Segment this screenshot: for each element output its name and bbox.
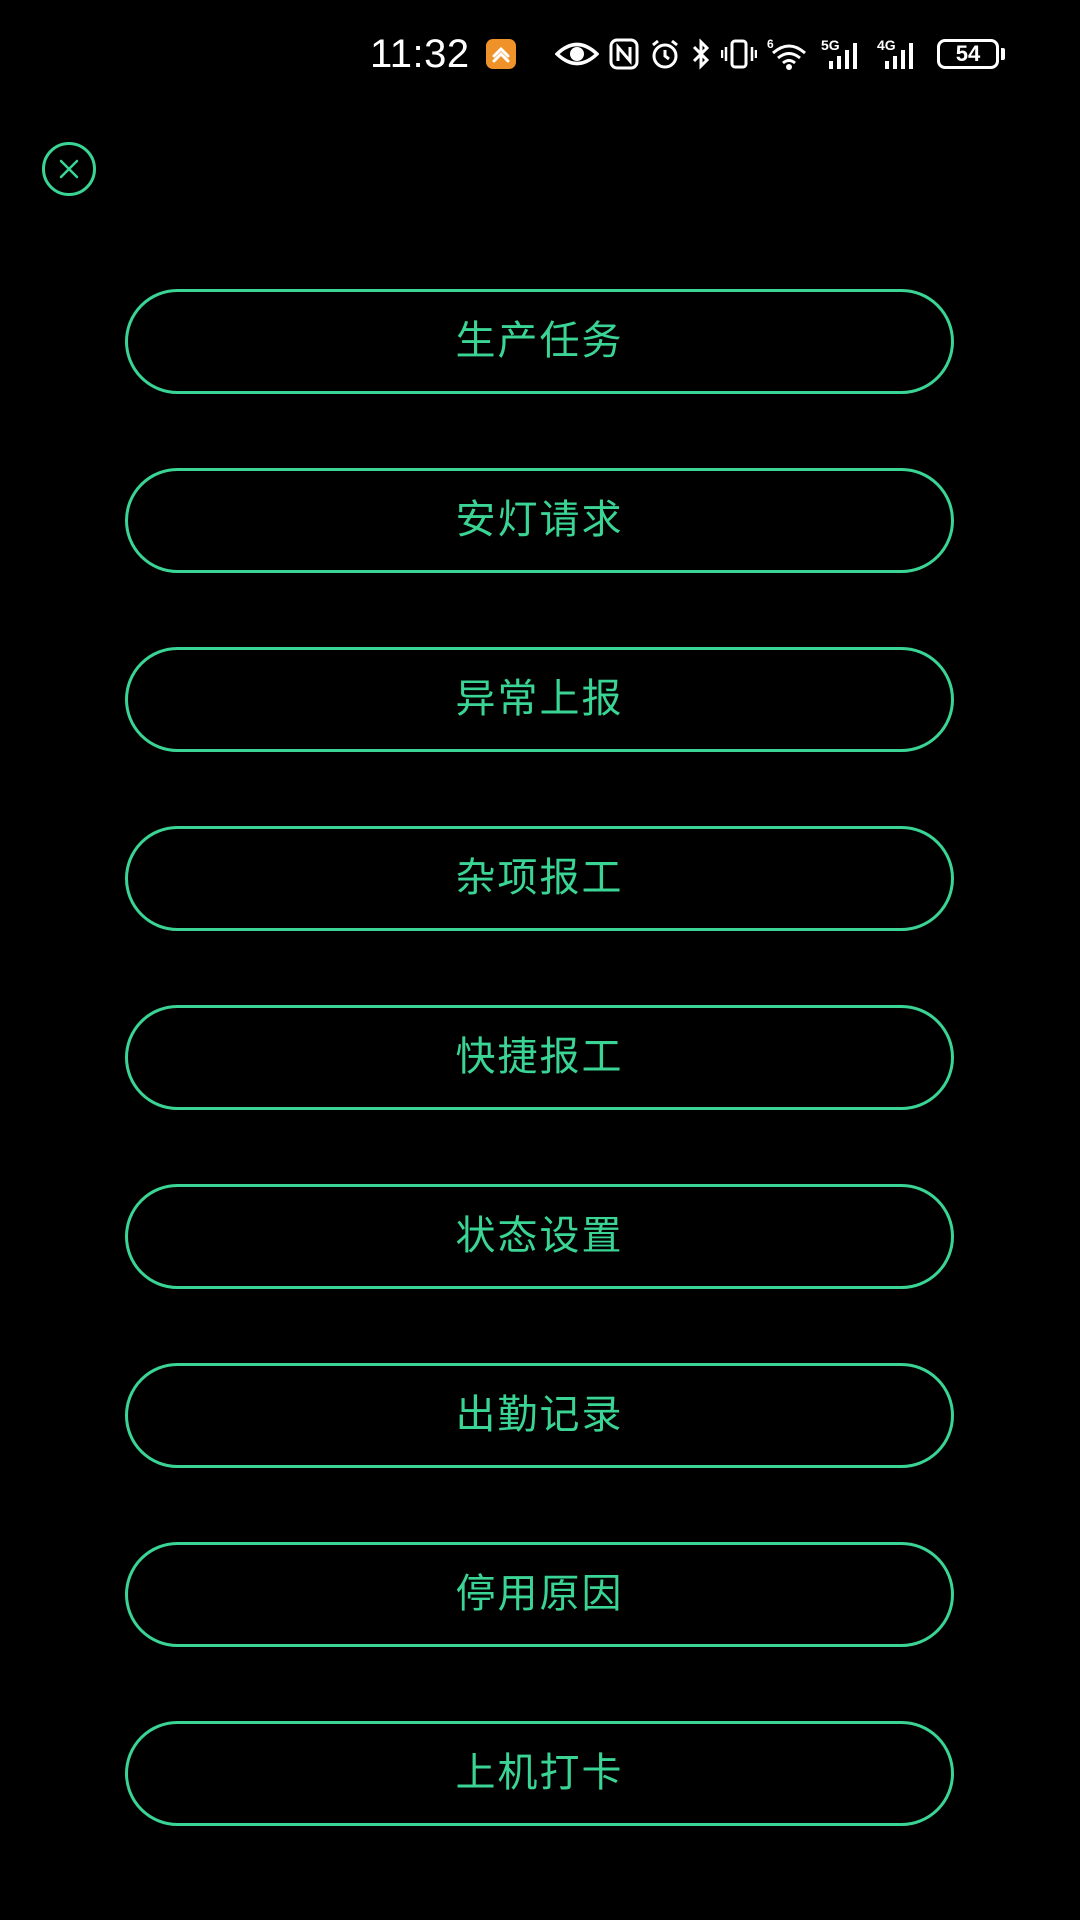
wifi-badge: 6 [767,37,774,51]
signal-4g-icon: 4G [877,32,923,76]
menu-button-production-task[interactable]: 生产任务 [125,289,954,394]
menu-list: 生产任务 安灯请求 异常上报 杂项报工 快捷报工 状态设置 出勤记录 停用原因 … [125,289,954,1900]
network-2-label: 4G [877,37,896,53]
network-1-label: 5G [821,37,840,53]
menu-button-exception-report[interactable]: 异常上报 [125,647,954,752]
menu-button-attendance-record[interactable]: 出勤记录 [125,1363,954,1468]
status-time: 11:32 [370,32,470,76]
battery-tip [1001,48,1005,60]
vibrate-icon [721,32,757,76]
signal-5g-icon: 5G [821,32,867,76]
battery-level: 54 [937,39,999,69]
screen: 11:32 6 5G 4G 54 生产任务 安灯请求 异常上报 杂项报工 快捷报… [0,0,1080,1920]
close-button[interactable] [42,142,96,196]
menu-button-quick-work-report[interactable]: 快捷报工 [125,1005,954,1110]
alarm-icon [649,32,681,76]
wifi-icon: 6 [767,32,811,76]
status-bar: 11:32 6 5G 4G 54 [0,0,1080,110]
menu-button-machine-check-in[interactable]: 上机打卡 [125,1721,954,1826]
menu-button-misc-work-report[interactable]: 杂项报工 [125,826,954,931]
status-icons: 6 5G 4G 54 [555,32,1005,76]
menu-button-andon-request[interactable]: 安灯请求 [125,468,954,573]
close-icon [59,159,79,179]
nfc-icon [609,32,639,76]
menu-button-downtime-reason[interactable]: 停用原因 [125,1542,954,1647]
eye-icon [555,32,599,76]
menu-button-status-settings[interactable]: 状态设置 [125,1184,954,1289]
status-left: 11:32 [370,30,516,78]
battery-icon: 54 [937,39,1005,69]
app-badge-icon [485,39,516,69]
bluetooth-icon [691,32,711,76]
